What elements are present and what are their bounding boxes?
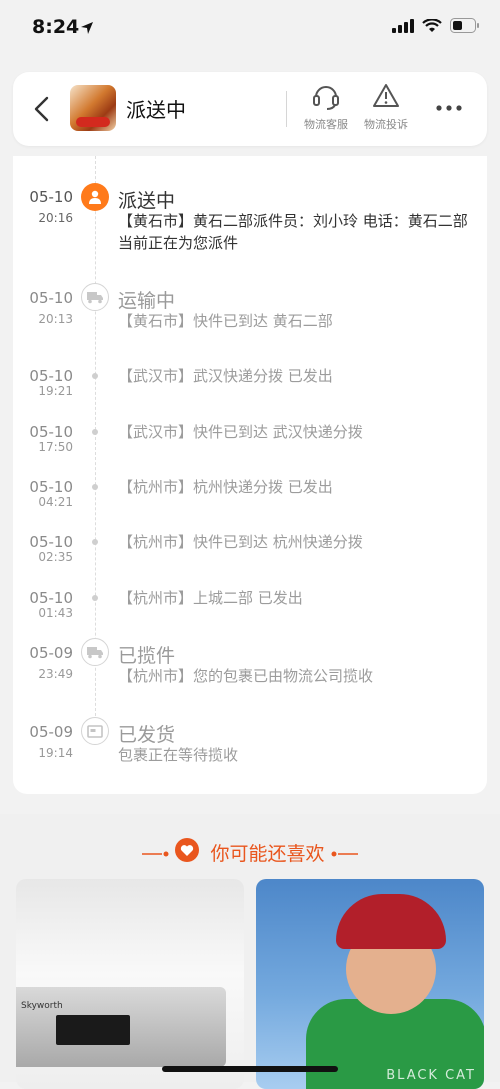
entry-description: 【武汉市】快件已到达 武汉快递分拨 [118, 423, 363, 441]
page-title: 派送中 [126, 98, 186, 122]
logistics-complaint-label: 物流投诉 [364, 118, 408, 131]
decor-line-right-icon [330, 843, 358, 862]
entry-status: 已揽件 [118, 645, 176, 667]
logistics-service-button[interactable]: 物流客服 [296, 82, 356, 132]
entry-description: 【杭州市】上城二部 已发出 [118, 589, 303, 607]
timeline-dot [92, 484, 98, 490]
entry-date: 05-10 [29, 533, 73, 551]
battery-icon [450, 18, 480, 37]
entry-description: 【杭州市】杭州快递分拨 已发出 [118, 478, 333, 496]
entry-date: 05-10 [29, 423, 73, 441]
entry-time: 20:13 [38, 312, 73, 326]
headset-icon [313, 86, 339, 110]
entry-time: 01:43 [38, 606, 73, 620]
header-card: 派送中 物流客服 物流投诉 [13, 72, 487, 146]
package-box-icon [81, 717, 109, 745]
timeline-dot [92, 539, 98, 545]
entry-date: 05-10 [29, 188, 73, 206]
recommendation-section: 你可能还喜欢 Skyworth BLACK CAT [0, 814, 500, 1089]
logistics-service-label: 物流客服 [304, 118, 348, 131]
wifi-icon [422, 18, 442, 37]
entry-time: 19:14 [38, 746, 73, 760]
pickup-truck-icon [81, 638, 109, 666]
logistics-complaint-button[interactable]: 物流投诉 [356, 82, 416, 132]
entry-description: 【杭州市】您的包裹已由物流公司揽收 [118, 667, 374, 685]
entry-time: 23:49 [38, 667, 73, 681]
heart-icon [175, 838, 200, 866]
entry-status: 派送中 [118, 190, 176, 212]
product-thumbnail[interactable] [70, 85, 116, 131]
status-indicators [392, 18, 480, 37]
recommendation-header: 你可能还喜欢 [0, 838, 500, 866]
header-divider [286, 91, 287, 127]
entry-description: 【黄石市】快件已到达 黄石二部 [118, 312, 333, 330]
timeline-dot [92, 373, 98, 379]
timeline-dot [92, 595, 98, 601]
product-card-set-top-box[interactable]: Skyworth [16, 879, 244, 1089]
thumbnail-badge [76, 117, 110, 127]
watermark-text: BLACK CAT [386, 1068, 476, 1083]
recommendation-title: 你可能还喜欢 [210, 842, 325, 865]
product-image-device: Skyworth [16, 987, 226, 1067]
home-indicator[interactable] [162, 1066, 338, 1072]
entry-time: 17:50 [38, 440, 73, 454]
status-bar: 8:24 [0, 0, 500, 60]
status-time: 8:24 [32, 16, 80, 38]
entry-date: 05-10 [29, 478, 73, 496]
product-image-cap [336, 894, 446, 949]
entry-date: 05-10 [29, 289, 73, 307]
decor-line-left-icon [142, 843, 170, 862]
entry-time: 20:16 [38, 211, 73, 225]
warning-triangle-icon [373, 84, 399, 107]
entry-status: 已发货 [118, 724, 176, 746]
chevron-left-icon [34, 96, 49, 122]
entry-date: 05-09 [29, 723, 73, 741]
entry-status: 运输中 [118, 290, 176, 312]
more-options-button[interactable] [431, 94, 467, 122]
entry-description: 【黄石市】黄石二部派件员：刘小玲 电话：黄石二部 当前正在为您派件 [118, 212, 468, 252]
entry-date: 05-10 [29, 589, 73, 607]
more-dots-icon [436, 105, 462, 111]
back-button[interactable] [29, 94, 55, 124]
truck-icon [81, 283, 109, 311]
product-card-sports-apparel[interactable]: BLACK CAT [256, 879, 484, 1089]
device-brand-label: Skyworth [21, 1001, 63, 1011]
courier-person-icon [81, 183, 109, 211]
location-arrow-icon [80, 20, 94, 39]
entry-time: 04:21 [38, 495, 73, 509]
entry-description: 包裹正在等待揽收 [118, 746, 239, 764]
entry-time: 02:35 [38, 550, 73, 564]
entry-description: 【杭州市】快件已到达 杭州快递分拨 [118, 533, 363, 551]
cellular-signal-icon [392, 18, 414, 37]
entry-description: 【武汉市】武汉快递分拨 已发出 [118, 367, 333, 385]
device-screen [56, 1015, 130, 1045]
timeline-dot [92, 429, 98, 435]
entry-date: 05-10 [29, 367, 73, 385]
entry-time: 19:21 [38, 384, 73, 398]
logistics-timeline: 05-10 20:16 派送中 【黄石市】黄石二部派件员：刘小玲 电话：黄石二部… [13, 156, 487, 794]
entry-date: 05-09 [29, 644, 73, 662]
